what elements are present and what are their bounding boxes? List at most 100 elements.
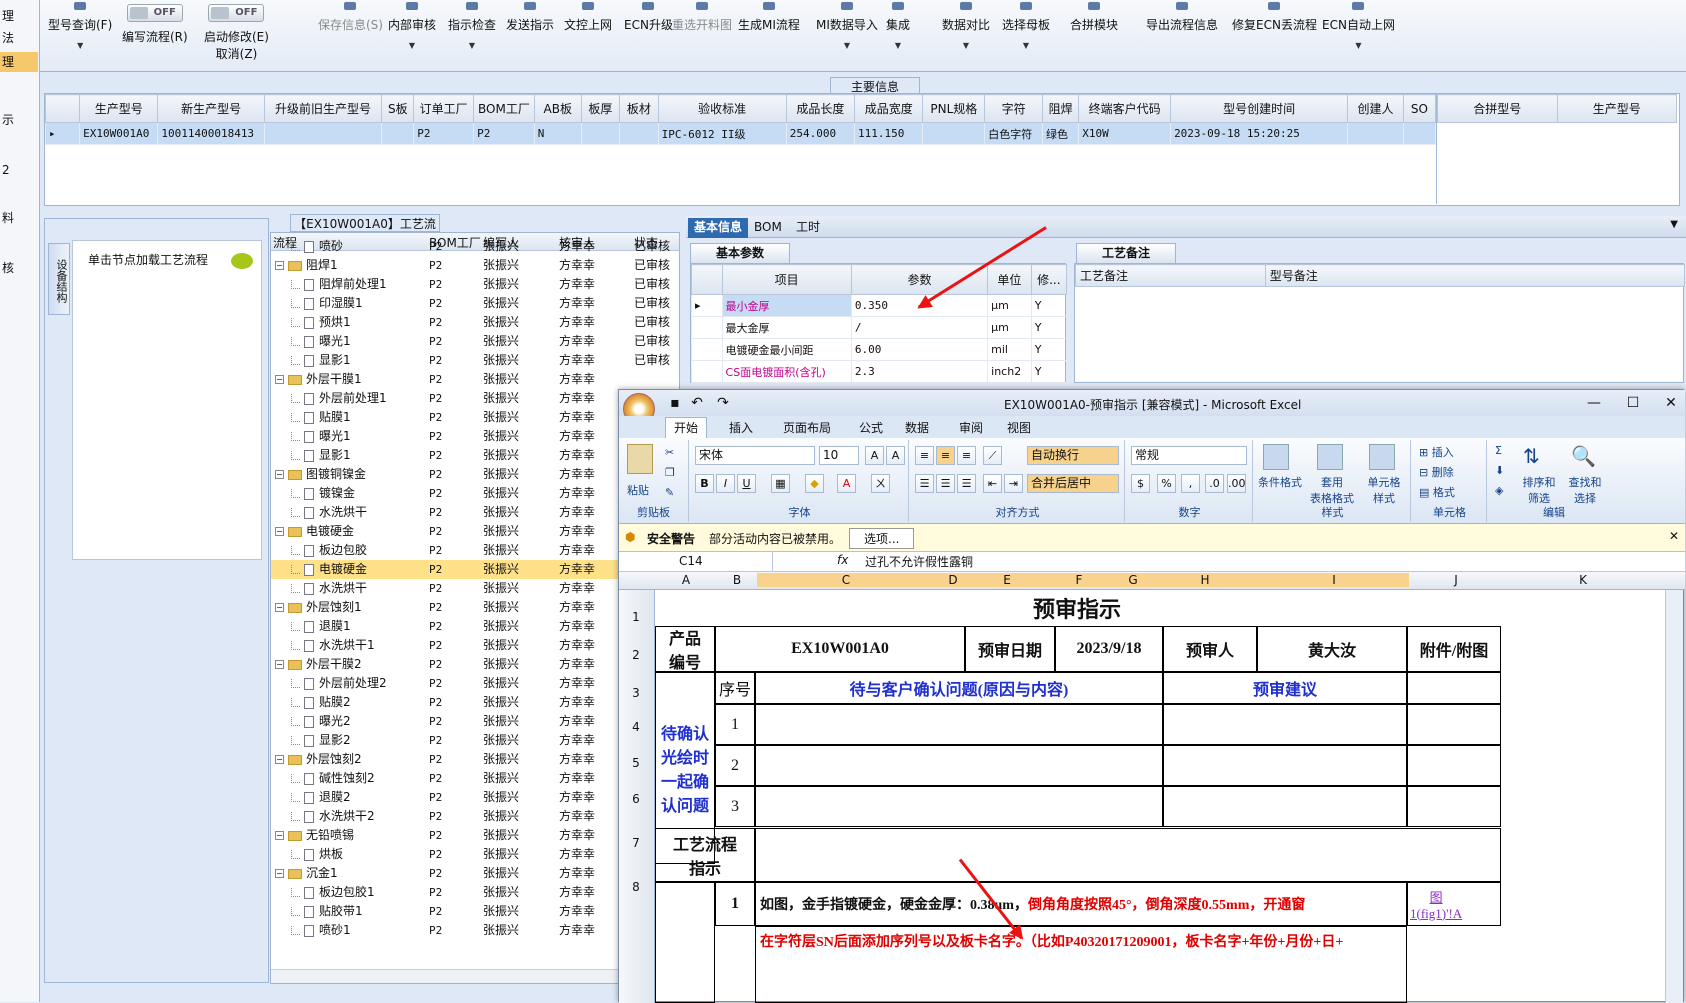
attachment-label[interactable]: 附件/附图 <box>1407 626 1501 672</box>
attachment-cell[interactable] <box>1407 786 1501 827</box>
tree-node[interactable]: − 沉金1 <box>275 864 338 883</box>
align-bottom-icon[interactable]: ≡ <box>957 446 976 465</box>
column-header[interactable]: 板材 <box>619 94 659 123</box>
conditional-format-button[interactable]: 条件格式 <box>1255 474 1305 490</box>
column-header[interactable]: 参数 <box>850 264 989 295</box>
toolbar-button[interactable]: OFF 编写流程(R) <box>122 2 188 45</box>
maximize-button[interactable]: ☐ <box>1623 394 1643 412</box>
tree-node[interactable]: 水洗烘干1 <box>291 636 375 655</box>
dropdown-arrow-icon[interactable]: ▼ <box>886 41 910 50</box>
find-select-button[interactable]: 查找和 选择 <box>1565 474 1605 506</box>
tree-row[interactable]: − 阻焊1 P2 张振兴 方幸幸 已审核 <box>271 256 679 275</box>
tree-node[interactable]: − 图镀铜镍金 <box>275 465 366 484</box>
param-item[interactable]: 电镀硬金最小间距 <box>721 338 852 361</box>
toggle-switch[interactable]: OFF <box>126 4 183 22</box>
column-header[interactable]: K <box>1503 573 1663 587</box>
column-header[interactable]: 修... <box>1030 264 1068 295</box>
param-item[interactable]: CS面电镀面积(含孔) <box>721 360 852 383</box>
sheet-vertical-scrollbar[interactable] <box>1665 590 1683 1003</box>
copy-icon[interactable]: ❐ <box>665 466 675 479</box>
flow-line-number[interactable]: 1 <box>715 882 755 926</box>
toolbar-button[interactable]: 导出流程信息 <box>1146 2 1218 33</box>
tree-node[interactable]: − 外层干膜1 <box>275 370 362 389</box>
toggle-switch[interactable]: OFF <box>208 4 265 22</box>
row-header[interactable]: 3 <box>619 686 653 700</box>
find-select-icon[interactable]: 🔍 <box>1571 444 1596 468</box>
table-cell[interactable] <box>1347 122 1404 145</box>
table-cell[interactable]: IPC-6012 II级 <box>657 122 787 145</box>
figure-link[interactable]: 图 1(fig1)'!A <box>1407 882 1501 926</box>
tree-node[interactable]: 电镀硬金 <box>291 560 367 579</box>
attachment-cell[interactable] <box>1407 704 1501 745</box>
table-cell[interactable] <box>580 122 621 145</box>
table-cell[interactable] <box>619 122 659 145</box>
toolbar-button[interactable]: ECN自动上网 ▼ <box>1322 2 1395 50</box>
tree-node[interactable]: 曝光1 <box>291 427 351 446</box>
decrease-indent-icon[interactable]: ⇤ <box>983 474 1002 493</box>
column-header[interactable]: I <box>1259 573 1409 587</box>
excel-ribbon-tab[interactable]: 审阅 <box>959 419 983 436</box>
percent-icon[interactable]: % <box>1157 474 1176 493</box>
table-cell[interactable]: 10011400018413 <box>157 122 265 145</box>
column-header[interactable]: 生产型号 <box>1556 94 1677 123</box>
align-right-icon[interactable]: ☰ <box>957 474 976 493</box>
row-header[interactable]: 2 <box>619 648 653 662</box>
dropdown-arrow-icon[interactable]: ▼ <box>1322 41 1395 50</box>
flow-instruction-cell[interactable] <box>755 828 1501 882</box>
tree-node[interactable]: − 外层干膜2 <box>275 655 362 674</box>
table-cell[interactable]: 111.150 <box>854 122 924 145</box>
tree-node[interactable]: 喷砂1 <box>291 921 351 940</box>
table-cell[interactable]: 白色字符 <box>984 122 1043 145</box>
param-modifiable[interactable]: Y <box>1030 316 1068 339</box>
question-number[interactable]: 2 <box>715 745 755 786</box>
excel-ribbon-tab[interactable]: 开始 <box>665 417 708 438</box>
row-header[interactable]: 6 <box>619 792 653 806</box>
function-icon[interactable]: fx <box>837 553 848 567</box>
format-button[interactable]: ▤ 格式 <box>1419 484 1455 500</box>
left-nav-item[interactable]: 核 <box>0 258 38 278</box>
excel-ribbon-tab[interactable]: 公式 <box>859 419 883 436</box>
param-row[interactable]: 最大金厚 / μm Y <box>691 316 1068 339</box>
table-cell[interactable]: P2 <box>473 122 535 145</box>
tree-node[interactable]: 贴膜1 <box>291 408 351 427</box>
collapse-icon[interactable]: − <box>275 755 284 764</box>
tree-node[interactable]: 外层前处理1 <box>291 389 387 408</box>
table-cell[interactable] <box>263 122 383 145</box>
tree-node[interactable]: 贴胶带1 <box>291 902 363 921</box>
collapse-icon[interactable]: − <box>275 660 284 669</box>
toolbar-button[interactable]: 内部审核 ▼ <box>388 2 436 50</box>
table-cell[interactable]: X10W <box>1078 122 1172 145</box>
table-cell[interactable] <box>922 122 986 145</box>
row-selector-icon[interactable] <box>691 338 723 361</box>
fill-color-icon[interactable]: ◆ <box>805 474 824 493</box>
column-header[interactable]: J <box>1409 573 1503 587</box>
column-header[interactable]: 板厚 <box>580 94 621 123</box>
tree-node[interactable]: 显影1 <box>291 351 351 370</box>
tree-node[interactable]: 退膜2 <box>291 788 351 807</box>
suggestion-cell[interactable] <box>1163 704 1407 745</box>
toolbar-button[interactable]: 型号查询(F) ▼ <box>48 2 112 50</box>
column-header[interactable]: D <box>935 573 971 587</box>
toolbar-button[interactable]: 发送指示 <box>506 2 554 33</box>
increase-decimal-icon[interactable]: .0 <box>1205 474 1224 493</box>
excel-ribbon-tab[interactable]: 数据 <box>905 419 929 436</box>
column-header[interactable]: 单位 <box>987 264 1032 295</box>
column-header[interactable]: BOM工厂 <box>473 94 535 123</box>
process-memo-tab[interactable]: 工艺备注 <box>1076 243 1176 263</box>
table-cell[interactable] <box>381 122 415 145</box>
question-cell[interactable] <box>755 786 1163 827</box>
italic-icon[interactable]: I <box>716 474 735 493</box>
font-color-icon[interactable]: A <box>837 474 856 493</box>
insert-button[interactable]: ⊞ 插入 <box>1419 444 1454 460</box>
font-name-select[interactable]: 宋体 <box>695 446 815 465</box>
tree-node[interactable]: 水洗烘干 <box>291 503 367 522</box>
name-box[interactable]: C14 <box>623 552 773 571</box>
param-item[interactable]: 最大金厚 <box>721 316 852 339</box>
column-header[interactable]: 终端客户代码 <box>1078 94 1172 123</box>
align-center-icon[interactable]: ☰ <box>936 474 955 493</box>
param-unit[interactable]: μm <box>987 294 1032 317</box>
row-header[interactable]: 4 <box>619 720 653 734</box>
column-header[interactable]: 字符 <box>984 94 1043 123</box>
table-cell[interactable] <box>1402 122 1437 145</box>
toolbar-button[interactable]: OFF 启动修改(E) 取消(Z) <box>204 2 269 62</box>
